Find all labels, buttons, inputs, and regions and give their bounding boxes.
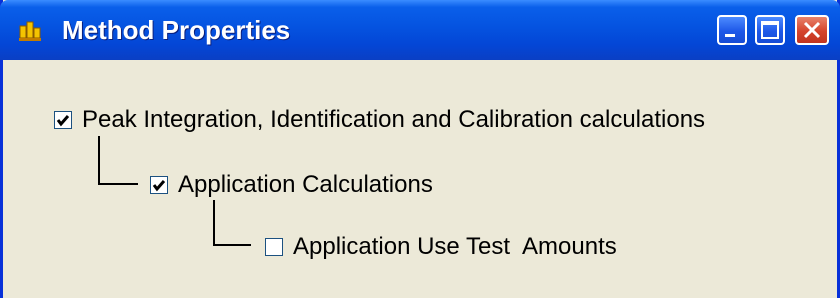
application-calculations-label[interactable]: Application Calculations [178,171,433,199]
close-button[interactable] [795,15,829,45]
tree-connector-2-vertical [213,200,215,245]
close-icon [803,21,821,39]
option-application-use-test-amounts[interactable]: Application Use Test Amounts [265,233,617,261]
maximize-button[interactable] [755,15,785,45]
minimize-icon [725,34,735,37]
method-properties-icon [19,21,41,41]
tree-connector-1-vertical [98,136,100,184]
window-title: Method Properties [62,15,291,45]
option-application-calculations[interactable]: Application Calculations [150,171,433,199]
option-peak-integration[interactable]: Peak Integration, Identification and Cal… [54,106,705,134]
title-bar[interactable]: Method Properties [0,0,840,60]
method-properties-window: Method Properties Peak Integration, Iden… [0,0,840,298]
minimize-button[interactable] [717,15,747,45]
checkmark-icon [56,115,70,127]
application-use-test-amounts-checkbox[interactable] [265,238,283,256]
tree-connector-1-horizontal [98,183,138,185]
tree-connector-2-horizontal [213,244,251,246]
peak-integration-checkbox[interactable] [54,111,72,129]
peak-integration-label[interactable]: Peak Integration, Identification and Cal… [82,106,705,134]
maximize-icon [761,21,779,39]
application-calculations-checkbox[interactable] [150,176,168,194]
checkmark-icon [152,180,166,192]
application-use-test-amounts-label[interactable]: Application Use Test Amounts [293,233,617,261]
